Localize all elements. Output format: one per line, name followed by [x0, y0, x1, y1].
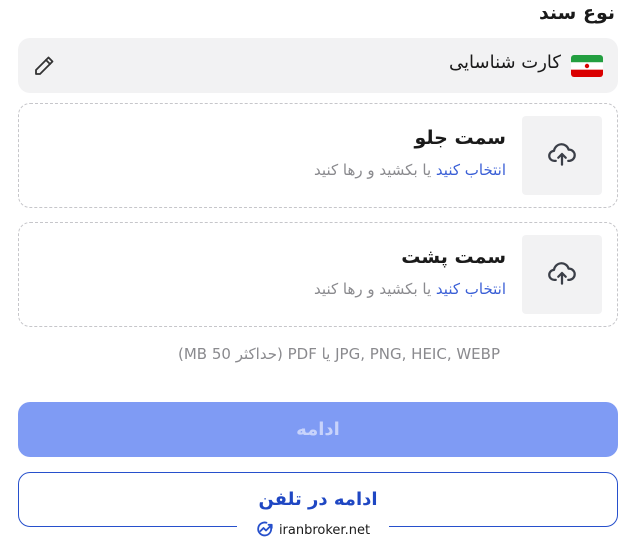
- cloud-upload-icon: [547, 258, 577, 292]
- section-title: نوع سند: [538, 2, 615, 24]
- upload-back-hint: انتخاب کنید یا بکشید و رها کنید: [314, 280, 506, 298]
- upload-back-title: سمت پشت: [401, 246, 506, 268]
- upload-back-drag-text: یا بکشید و رها کنید: [314, 280, 432, 298]
- file-format-note: JPG, PNG, HEIC, WEBP یا PDF (حداکثر 50 M…: [177, 345, 500, 363]
- upload-front-title: سمت جلو: [414, 127, 506, 149]
- cloud-upload-icon: [547, 139, 577, 173]
- upload-back-choose-link[interactable]: انتخاب کنید: [436, 280, 506, 298]
- upload-back-dropzone[interactable]: سمت پشت انتخاب کنید یا بکشید و رها کنید: [18, 222, 618, 327]
- iranbroker-logo-icon: [256, 520, 274, 542]
- pencil-icon[interactable]: [32, 54, 56, 78]
- watermark: iranbroker.net: [237, 515, 389, 546]
- document-type-label: کارت شناسایی: [449, 52, 561, 73]
- document-type-select[interactable]: کارت شناسایی: [18, 38, 618, 93]
- upload-front-button[interactable]: [522, 116, 602, 195]
- upload-front-choose-link[interactable]: انتخاب کنید: [436, 161, 506, 179]
- watermark-text: iranbroker.net: [278, 523, 371, 538]
- upload-back-button[interactable]: [522, 235, 602, 314]
- upload-front-dropzone[interactable]: سمت جلو انتخاب کنید یا بکشید و رها کنید: [18, 103, 618, 208]
- continue-button[interactable]: ادامه: [18, 402, 618, 457]
- upload-front-hint: انتخاب کنید یا بکشید و رها کنید: [314, 161, 506, 179]
- upload-front-drag-text: یا بکشید و رها کنید: [314, 161, 432, 179]
- iran-flag-icon: [571, 55, 603, 77]
